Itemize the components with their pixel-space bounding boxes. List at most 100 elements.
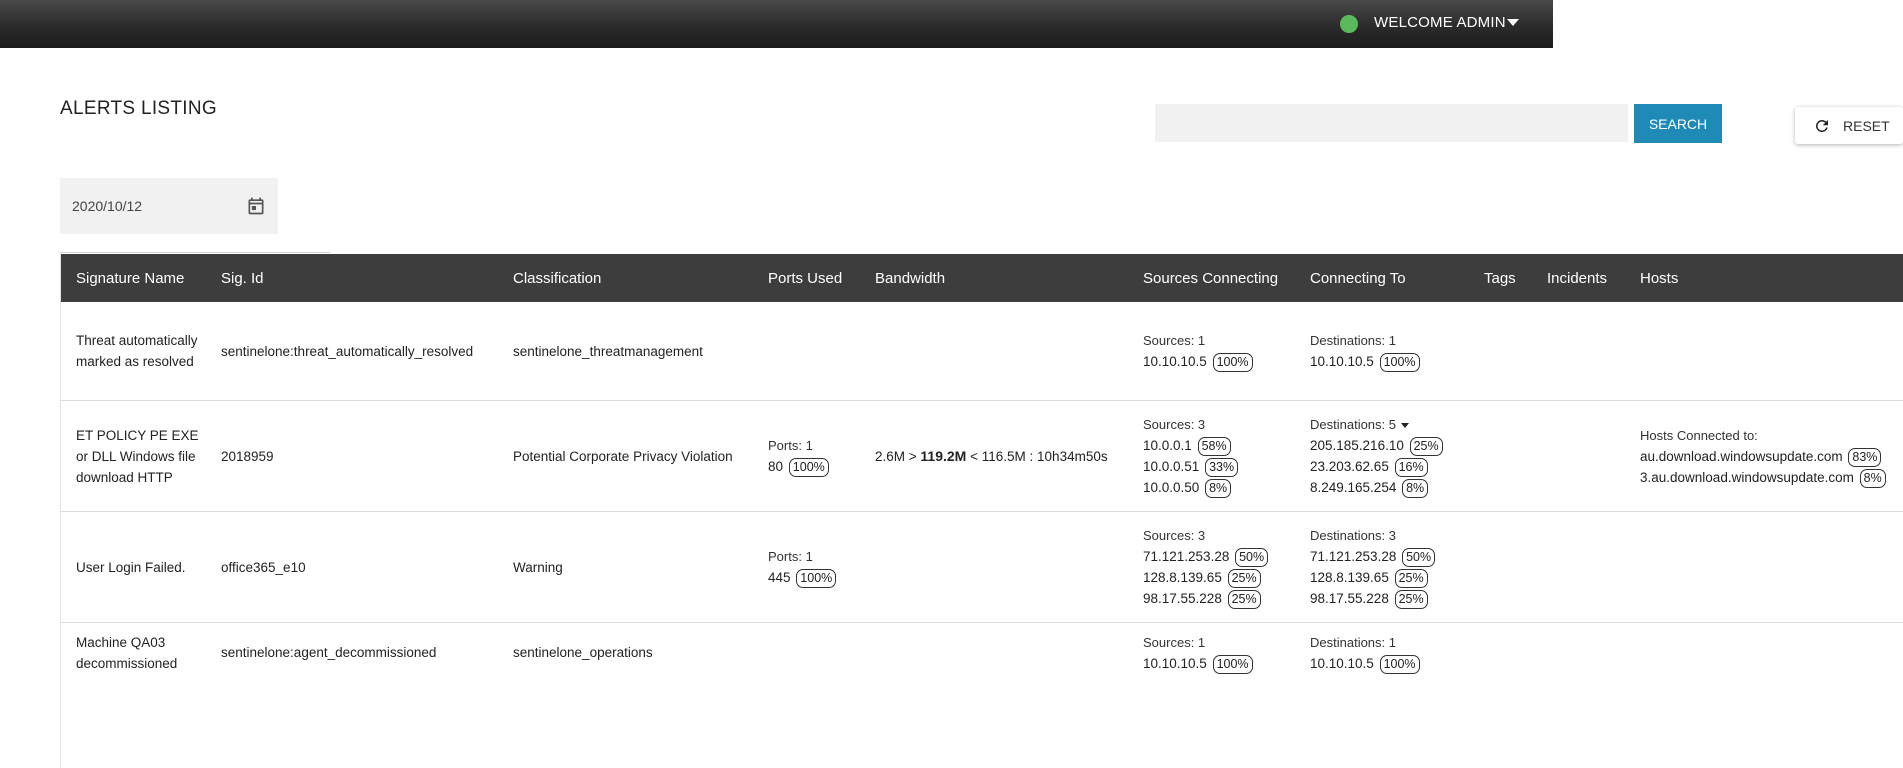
percent-badge: 100% [788, 458, 829, 477]
percent-badge: 50% [1402, 548, 1436, 567]
percent-badge: 25% [1227, 590, 1261, 609]
sources-count: Sources: 3 [1143, 417, 1206, 432]
source-ip[interactable]: 128.8.139.65 [1143, 570, 1222, 585]
date-picker[interactable]: 2020/10/12 [60, 178, 278, 234]
col-incidents[interactable]: Incidents [1532, 254, 1625, 302]
percent-badge: 25% [1409, 437, 1443, 456]
tags [1469, 400, 1532, 512]
col-sources[interactable]: Sources Connecting [1128, 254, 1295, 302]
bandwidth-total: 119.2M [920, 447, 967, 464]
percent-badge: 25% [1394, 569, 1428, 588]
source-ip[interactable]: 10.0.0.50 [1143, 480, 1199, 495]
table-row[interactable]: ET POLICY PE EXE or DLL Windows file dow… [61, 400, 1903, 512]
sources-cell: Sources: 3 71.121.253.28 50% 128.8.139.6… [1128, 511, 1295, 623]
col-tags[interactable]: Tags [1469, 254, 1532, 302]
col-ports-used[interactable]: Ports Used [753, 254, 860, 302]
ports-used: Ports: 1 80 100% [753, 400, 860, 512]
refresh-icon [1816, 119, 1828, 132]
destinations-toggle[interactable]: Destinations: 5 [1310, 414, 1469, 435]
dest-ip[interactable]: 10.10.10.5 [1310, 656, 1374, 671]
sources-count: Sources: 3 [1143, 528, 1206, 543]
reset-button[interactable]: RESET [1795, 107, 1903, 144]
col-sig-id[interactable]: Sig. Id [206, 254, 498, 302]
sources-cell: Sources: 1 10.10.10.5 100% [1128, 302, 1295, 401]
percent-badge: 33% [1205, 458, 1239, 477]
bandwidth [860, 511, 1128, 623]
destinations-cell: Destinations: 1 10.10.10.5 100% [1295, 302, 1469, 401]
bandwidth [860, 302, 1128, 401]
ports-used [753, 302, 860, 401]
date-value: 2020/10/12 [72, 198, 143, 214]
dest-ip[interactable]: 205.185.216.10 [1310, 438, 1404, 453]
host-name[interactable]: au.download.windowsupdate.com [1640, 449, 1843, 464]
sources-count: Sources: 1 [1143, 333, 1206, 348]
dest-ip[interactable]: 23.203.62.65 [1310, 459, 1389, 474]
tags [1469, 302, 1532, 401]
caret-down-icon[interactable] [1401, 423, 1409, 429]
col-hosts[interactable]: Hosts [1625, 254, 1903, 302]
chevron-down-icon[interactable] [1507, 19, 1519, 26]
percent-badge: 8% [1402, 479, 1429, 498]
incidents [1532, 302, 1625, 401]
source-ip[interactable]: 10.0.0.1 [1143, 438, 1192, 453]
percent-badge: 100% [796, 569, 837, 588]
search-button[interactable]: SEARCH [1634, 104, 1722, 143]
classification: Warning [498, 511, 753, 623]
calendar-icon[interactable] [246, 195, 266, 217]
incidents [1532, 511, 1625, 623]
status-indicator-icon [1340, 15, 1358, 33]
bandwidth-out: < 116.5M : 10h34m50s [970, 448, 1108, 464]
port-number: 80 [768, 459, 784, 474]
percent-badge: 25% [1227, 569, 1261, 588]
sig-id: office365_e10 [206, 511, 498, 623]
hosts [1625, 302, 1903, 401]
destinations-cell: Destinations: 1 10.10.10.5 100% [1295, 623, 1469, 683]
search-input[interactable] [1155, 104, 1628, 142]
col-signature-name[interactable]: Signature Name [61, 254, 206, 302]
source-ip[interactable]: 10.10.10.5 [1143, 656, 1207, 671]
col-bandwidth[interactable]: Bandwidth [860, 254, 1128, 302]
percent-badge: 8% [1859, 468, 1886, 488]
dest-ip[interactable]: 10.10.10.5 [1310, 354, 1374, 369]
alerts-table: Signature Name Sig. Id Classification Po… [60, 254, 1903, 768]
port-number: 445 [768, 570, 791, 585]
col-connecting-to[interactable]: Connecting To [1295, 254, 1469, 302]
sources-count: Sources: 1 [1143, 634, 1206, 650]
host-name[interactable]: 3.au.download.windowsupdate.com [1640, 470, 1854, 485]
incidents [1532, 400, 1625, 512]
classification: sentinelone_operations [513, 645, 653, 660]
percent-badge: 58% [1197, 437, 1231, 456]
col-classification[interactable]: Classification [498, 254, 753, 302]
destinations-count: Destinations: 3 [1310, 528, 1396, 543]
source-ip[interactable]: 71.121.253.28 [1143, 549, 1229, 564]
percent-badge: 100% [1212, 654, 1253, 674]
table-row[interactable]: User Login Failed. office365_e10 Warning… [61, 511, 1903, 623]
classification: sentinelone_threatmanagement [498, 302, 753, 401]
sig-id: 2018959 [206, 400, 498, 512]
ports-used: Ports: 1 445 100% [753, 511, 860, 623]
table-row[interactable]: Machine QA03 decommissioned sentinelone:… [61, 623, 1903, 683]
destinations-cell: Destinations: 3 71.121.253.28 50% 128.8.… [1295, 511, 1469, 623]
reset-label: RESET [1843, 117, 1890, 134]
percent-badge: 100% [1379, 654, 1420, 674]
ports-count: Ports: 1 [768, 549, 813, 564]
table-row[interactable]: Threat automatically marked as resolved … [61, 302, 1903, 401]
percent-badge: 100% [1212, 353, 1253, 372]
tags [1469, 511, 1532, 623]
dest-ip[interactable]: 98.17.55.228 [1310, 591, 1389, 606]
hosts [1625, 511, 1903, 623]
percent-badge: 100% [1379, 353, 1420, 372]
tags [1469, 623, 1532, 683]
signature-name: Threat automatically marked as resolved [61, 302, 206, 401]
dest-ip[interactable]: 8.249.165.254 [1310, 480, 1396, 495]
source-ip[interactable]: 10.0.0.51 [1143, 459, 1199, 474]
welcome-user-menu[interactable]: WELCOME ADMIN [1374, 14, 1506, 31]
dest-ip[interactable]: 71.121.253.28 [1310, 549, 1396, 564]
sig-id: sentinelone:threat_automatically_resolve… [206, 302, 498, 401]
source-ip[interactable]: 98.17.55.228 [1143, 591, 1222, 606]
hosts-label: Hosts Connected to: [1640, 427, 1758, 443]
ports-used [753, 623, 860, 683]
dest-ip[interactable]: 128.8.139.65 [1310, 570, 1389, 585]
incidents [1532, 623, 1625, 683]
source-ip[interactable]: 10.10.10.5 [1143, 354, 1207, 369]
